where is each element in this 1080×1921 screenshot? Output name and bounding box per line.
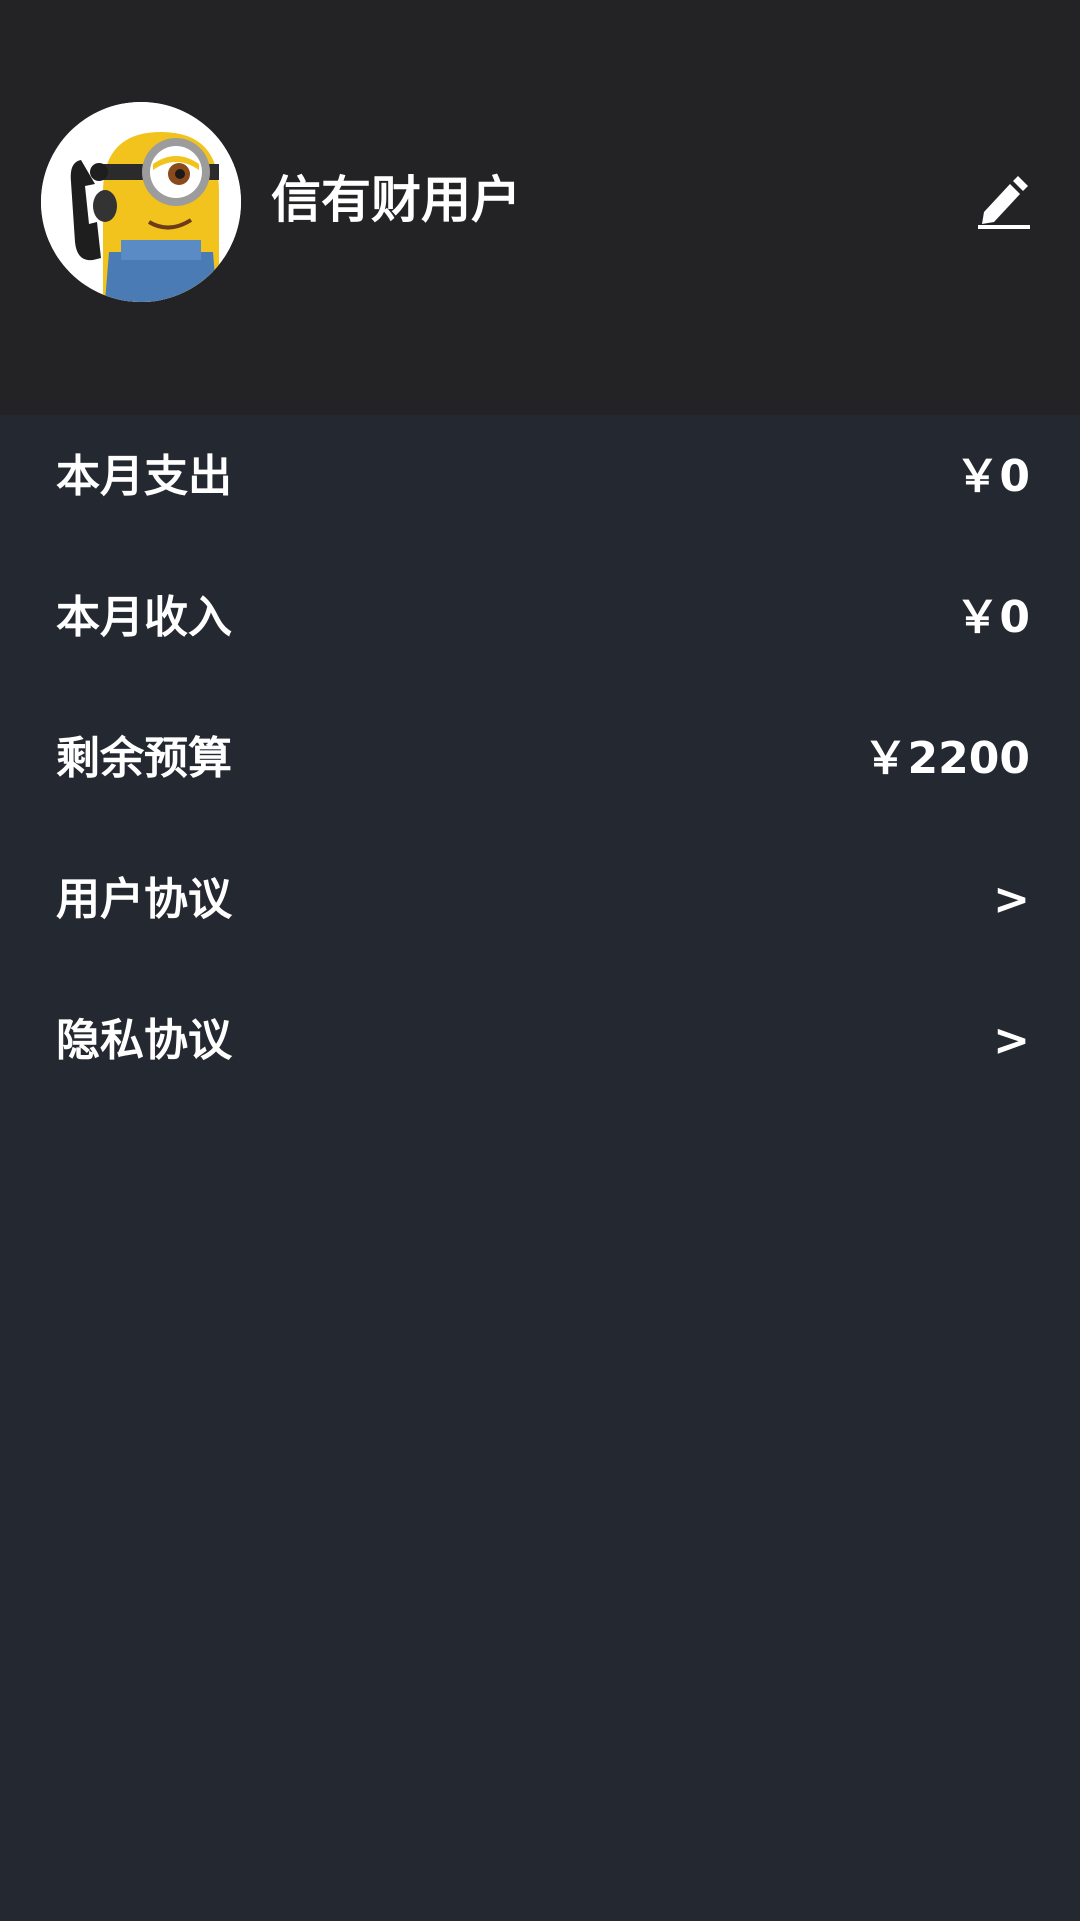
stat-row-income: 本月收入 ￥0	[0, 556, 1080, 697]
chevron-right-icon: >	[993, 874, 1030, 925]
stat-label: 本月收入	[56, 592, 232, 643]
link-label: 隐私协议	[56, 1015, 232, 1066]
stat-value: ￥2200	[863, 733, 1030, 784]
edit-profile-button[interactable]	[972, 170, 1034, 232]
edit-pencil-icon	[978, 176, 1030, 229]
stat-row-expense: 本月支出 ￥0	[0, 415, 1080, 556]
username: 信有财用户	[271, 171, 521, 229]
stat-label: 剩余预算	[56, 733, 232, 784]
profile-page: 信有财用户 本月支出 ￥0 本月收入 ￥0 剩余预算 ￥2200 用户协议 >	[0, 0, 1080, 1921]
avatar[interactable]	[41, 102, 241, 302]
stat-value: ￥0	[955, 451, 1030, 502]
stat-label: 本月支出	[56, 451, 232, 502]
minion-avatar-image	[41, 102, 241, 302]
profile-header: 信有财用户	[0, 0, 1080, 415]
stat-value: ￥0	[955, 592, 1030, 643]
link-label: 用户协议	[56, 874, 232, 925]
menu-list: 本月支出 ￥0 本月收入 ￥0 剩余预算 ￥2200 用户协议 > 隐私协议 >	[0, 415, 1080, 1120]
user-agreement-link[interactable]: 用户协议 >	[0, 838, 1080, 979]
stat-row-budget[interactable]: 剩余预算 ￥2200	[0, 697, 1080, 838]
privacy-agreement-link[interactable]: 隐私协议 >	[0, 979, 1080, 1120]
chevron-right-icon: >	[993, 1015, 1030, 1066]
